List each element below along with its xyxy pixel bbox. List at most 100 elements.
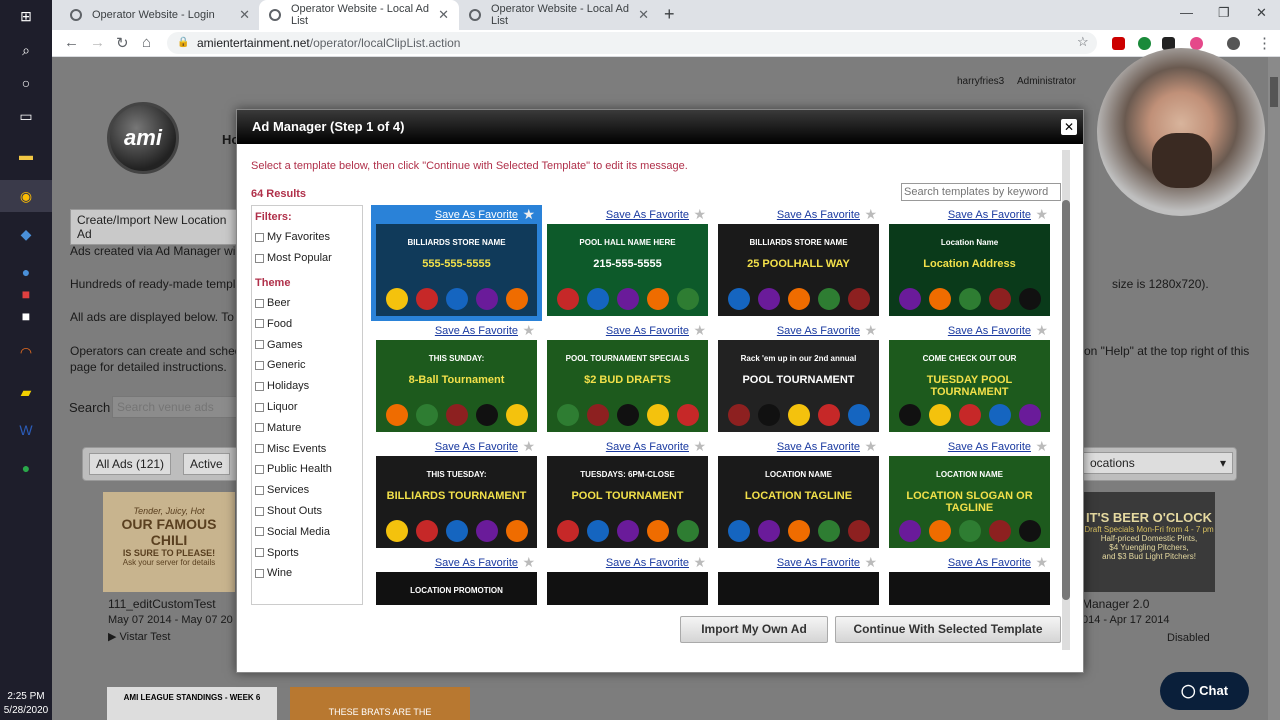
template-tile[interactable]: Save As Favorite ★ LOCATION NAME LOCATION T… [713,437,884,553]
template-search-input[interactable] [901,183,1061,201]
bookmark-star-icon[interactable]: ☆ [1077,34,1089,50]
app-icon[interactable]: ● [16,262,36,282]
star-icon[interactable]: ★ [1035,554,1048,571]
back-icon[interactable]: ← [64,34,79,51]
star-icon[interactable]: ★ [1035,438,1048,455]
app-icon[interactable]: ■ [16,306,36,326]
task-view-icon[interactable]: ▭ [16,106,36,126]
checkbox[interactable] [255,298,264,308]
save-favorite-link[interactable]: Save As Favorite [435,557,518,569]
save-favorite-link[interactable]: Save As Favorite [948,209,1031,221]
template-thumbnail[interactable]: LOCATION NAME LOCATION TAGLINE [718,456,879,548]
checkbox[interactable] [255,423,264,433]
search-icon[interactable]: ⌕ [16,40,36,60]
star-icon[interactable]: ★ [864,438,877,455]
star-icon[interactable]: ★ [522,322,535,339]
template-tile[interactable]: Save As Favorite ★ LOCATION PROMOTION [371,553,542,605]
create-import-button[interactable]: Create/Import New Location Ad [70,209,240,245]
template-thumbnail[interactable]: BILLIARDS STORE NAME 555-555-5555 [376,224,537,316]
word-icon[interactable]: W [16,420,36,440]
save-favorite-link[interactable]: Save As Favorite [948,325,1031,337]
checkbox[interactable] [255,444,264,454]
star-icon[interactable]: ★ [693,322,706,339]
windows-start-icon[interactable]: ⊞ [16,6,36,26]
filter-theme-mature[interactable]: Mature [255,422,301,434]
filter-theme-social-media[interactable]: Social Media [255,526,330,538]
checkbox[interactable] [255,568,264,578]
ad-card-thumbnail[interactable]: THESE BRATS ARE THE [290,687,470,720]
template-thumbnail[interactable] [889,572,1050,605]
reload-icon[interactable]: ↻ [116,34,129,52]
profile-avatar[interactable] [1227,37,1240,50]
save-favorite-link[interactable]: Save As Favorite [606,325,689,337]
filter-theme-misc-events[interactable]: Misc Events [255,443,326,455]
star-icon[interactable]: ★ [522,554,535,571]
template-thumbnail[interactable] [547,572,708,605]
save-favorite-link[interactable]: Save As Favorite [435,325,518,337]
filter-theme-generic[interactable]: Generic [255,359,306,371]
app-icon[interactable]: ◠ [16,342,36,362]
star-icon[interactable]: ★ [693,438,706,455]
filter-theme-food[interactable]: Food [255,318,292,330]
close-icon[interactable]: ✕ [239,7,250,23]
window-close-icon[interactable]: ✕ [1256,5,1267,21]
star-icon[interactable]: ★ [693,206,706,223]
save-favorite-link[interactable]: Save As Favorite [948,557,1031,569]
checkbox[interactable] [255,232,264,242]
save-favorite-link[interactable]: Save As Favorite [606,209,689,221]
star-icon[interactable]: ★ [522,206,535,223]
filter-theme-shout-outs[interactable]: Shout Outs [255,505,322,517]
star-icon[interactable]: ★ [864,322,877,339]
tab-local-ad-list[interactable]: Operator Website - Local Ad List ✕ [459,0,659,30]
hangouts-icon[interactable]: ● [16,458,36,478]
template-tile[interactable]: Save As Favorite ★ COME CHECK OUT OUR TUESD… [884,321,1055,437]
pdf-extension-icon[interactable] [1112,37,1125,50]
chat-button[interactable]: ◯ Chat [1160,672,1249,710]
star-icon[interactable]: ★ [864,206,877,223]
template-tile[interactable]: Save As Favorite ★ Location Name Location A… [884,205,1055,321]
template-thumbnail[interactable]: BILLIARDS STORE NAME 25 POOLHALL WAY [718,224,879,316]
checkbox[interactable] [255,360,264,370]
taskbar-clock[interactable]: 2:25 PM 5/28/2020 [0,690,52,718]
filter-theme-holidays[interactable]: Holidays [255,380,309,392]
save-favorite-link[interactable]: Save As Favorite [606,441,689,453]
app-icon[interactable]: ■ [16,284,36,304]
dialog-close-icon[interactable]: ✕ [1061,119,1077,135]
filter-most-popular[interactable]: Most Popular [255,252,332,264]
new-tab-icon[interactable]: + [664,4,675,25]
app-icon[interactable]: ◆ [16,224,36,244]
save-favorite-link[interactable]: Save As Favorite [435,209,518,221]
template-thumbnail[interactable] [718,572,879,605]
template-thumbnail[interactable]: LOCATION NAME LOCATION SLOGAN OR TAGLINE [889,456,1050,548]
checkbox[interactable] [255,464,264,474]
maximize-icon[interactable]: ❐ [1218,5,1230,21]
ad-card-title[interactable]: Manager 2.0 [1082,597,1149,611]
template-tile[interactable]: Save As Favorite ★ POOL HALL NAME HERE 215-… [542,205,713,321]
save-favorite-link[interactable]: Save As Favorite [777,441,860,453]
template-tile[interactable]: Save As Favorite ★ LOCATION NAME LOCATION S… [884,437,1055,553]
cortana-icon[interactable]: ○ [16,73,36,93]
star-icon[interactable]: ★ [1035,322,1048,339]
template-thumbnail[interactable]: THIS SUNDAY: 8-Ball Tournament [376,340,537,432]
star-icon[interactable]: ★ [693,554,706,571]
template-thumbnail[interactable]: POOL TOURNAMENT SPECIALS $2 BUD DRAFTS [547,340,708,432]
continue-template-button[interactable]: Continue With Selected Template [835,616,1061,643]
save-favorite-link[interactable]: Save As Favorite [606,557,689,569]
save-favorite-link[interactable]: Save As Favorite [777,209,860,221]
save-favorite-link[interactable]: Save As Favorite [777,325,860,337]
forward-icon[interactable]: → [90,34,105,51]
filter-theme-games[interactable]: Games [255,339,302,351]
template-tile[interactable]: Save As Favorite ★ THIS TUESDAY: BILLIARDS … [371,437,542,553]
filter-theme-public-health[interactable]: Public Health [255,463,332,475]
template-thumbnail[interactable]: THIS TUESDAY: BILLIARDS TOURNAMENT [376,456,537,548]
sticky-notes-icon[interactable]: ▰ [16,382,36,402]
checkbox[interactable] [255,319,264,329]
tab-all-ads[interactable]: All Ads (121) [89,453,172,475]
dialog-scrollbar[interactable] [1062,150,1070,650]
home-icon[interactable]: ⌂ [142,34,151,51]
checkbox[interactable] [255,402,264,412]
ad-card-thumbnail[interactable]: IT'S BEER O'CLOCK Draft Specials Mon-Fri… [1083,492,1215,592]
checkbox[interactable] [255,485,264,495]
close-icon[interactable]: ✕ [438,7,449,23]
template-thumbnail[interactable]: TUESDAYS: 6PM-CLOSE POOL TOURNAMENT [547,456,708,548]
